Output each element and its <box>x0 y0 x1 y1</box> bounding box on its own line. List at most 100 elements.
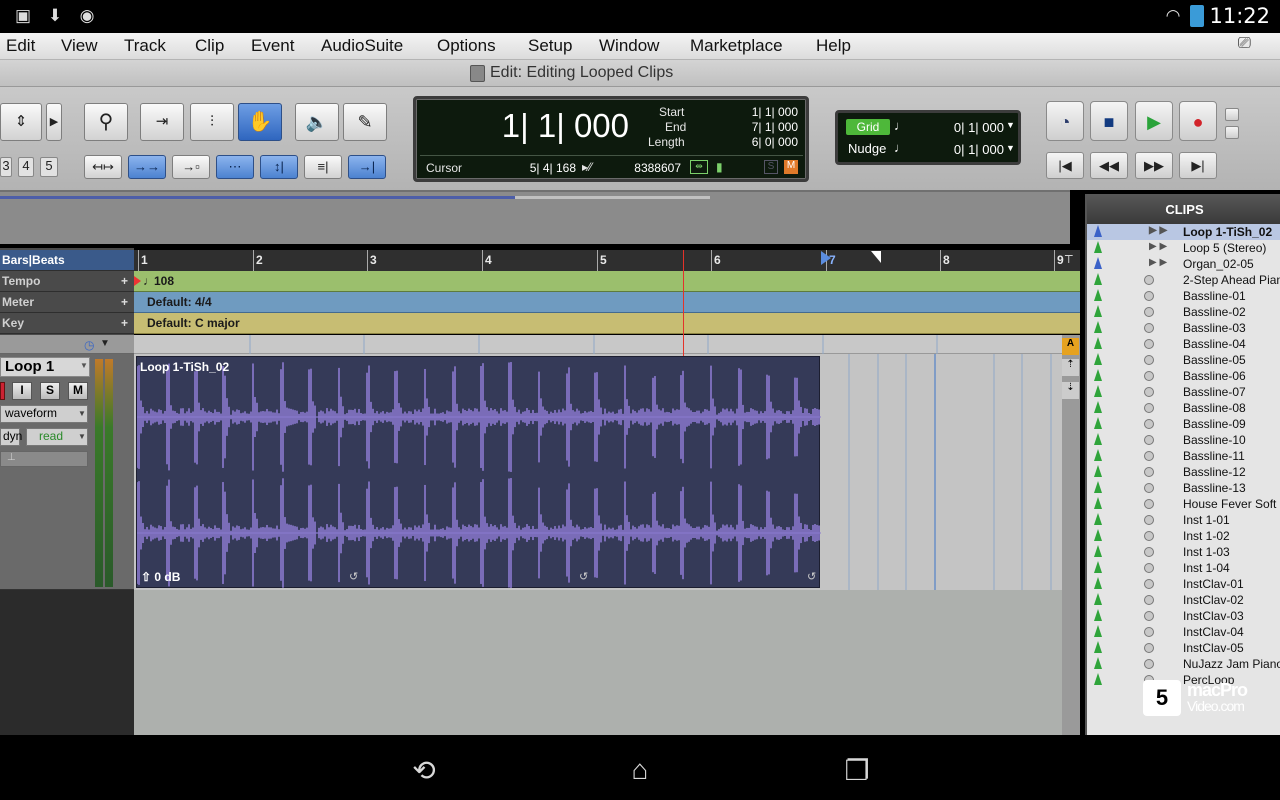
zoom-preset-4[interactable]: 4 <box>18 157 34 177</box>
track-name[interactable]: Loop 1 <box>0 357 90 377</box>
zoom-toggle-icon[interactable]: ⇕ <box>0 103 42 141</box>
clip-list-item[interactable]: House Fever Soft <box>1087 496 1280 512</box>
clip-list-item[interactable]: ▶ ▶ Loop 5 (Stereo) <box>1087 240 1280 256</box>
fast-forward-icon[interactable]: ▶▶ <box>1135 152 1173 179</box>
counter-m-button[interactable]: M <box>784 160 798 174</box>
main-counter-value[interactable]: 1| 1| 000 <box>494 107 629 145</box>
spot-mode-icon[interactable]: →▫ <box>172 155 210 179</box>
add-key-icon[interactable]: + <box>121 313 128 334</box>
key-label[interactable]: Key + <box>0 313 134 334</box>
meter-label[interactable]: Meter + <box>0 292 134 313</box>
clip-list-item[interactable]: Bassline-03 <box>1087 320 1280 336</box>
clip-list-item[interactable]: Bassline-06 <box>1087 368 1280 384</box>
menu-help[interactable]: Help <box>816 36 851 56</box>
timebase-selector[interactable]: dyn <box>0 428 22 446</box>
menu-audiosuite[interactable]: AudioSuite <box>321 36 403 56</box>
playhead-line[interactable] <box>683 250 684 356</box>
go-to-end-icon[interactable]: ▶| <box>1179 152 1217 179</box>
tempo-marker-icon[interactable] <box>134 276 141 286</box>
clip-list-item[interactable]: Bassline-07 <box>1087 384 1280 400</box>
clip-list-item[interactable]: Inst 1-03 <box>1087 544 1280 560</box>
vertical-scroll-region[interactable]: A ⇡ ⇣ <box>1062 335 1080 735</box>
record-enable-button[interactable] <box>0 382 5 400</box>
input-monitor-button[interactable]: I <box>12 382 32 400</box>
clip-list-item[interactable]: Inst 1-01 <box>1087 512 1280 528</box>
expand-arrow-icon[interactable]: ▶ <box>46 103 62 141</box>
transport-option-2[interactable] <box>1225 126 1239 139</box>
menu-window[interactable]: Window <box>599 36 659 56</box>
nudge-dropdown-icon[interactable]: ▼ <box>1006 143 1015 153</box>
return-to-zero-icon[interactable]: |◀ <box>1046 152 1084 179</box>
clip-list-item[interactable]: ▶ ▶ Loop 1-TiSh_02 <box>1087 224 1280 240</box>
audio-clip[interactable]: Loop 1-TiSh_02 ⇧ 0 dB ↺ ↺ ↺ <box>136 356 821 588</box>
scroll-down-icon[interactable]: ⇣ <box>1062 382 1079 399</box>
voice-selector[interactable]: ⊥ <box>0 451 88 467</box>
track-menu-arrow-icon[interactable]: ▼ <box>100 338 110 349</box>
online-clock-icon[interactable]: ◔ <box>1046 101 1084 141</box>
trim-tool-icon[interactable]: ⇥ <box>140 103 184 141</box>
mute-button[interactable]: M <box>68 382 88 400</box>
zoom-preset-3[interactable]: 3 <box>0 157 12 177</box>
clip-gain[interactable]: ⇧ 0 dB <box>141 570 180 584</box>
clip-list-item[interactable]: Inst 1-02 <box>1087 528 1280 544</box>
note-icon[interactable]: ▮ <box>716 160 723 174</box>
zoomer-tool-icon[interactable]: ⚲ <box>84 103 128 141</box>
grid-mode-icon[interactable]: ⋯ <box>216 155 254 179</box>
grid-value[interactable]: 0| 1| 000 <box>934 120 1004 135</box>
start-value[interactable]: 1| 1| 000 <box>716 105 798 119</box>
loop-iteration-icon[interactable]: ↺ <box>807 570 816 583</box>
clip-list-item[interactable]: Bassline-13 <box>1087 480 1280 496</box>
timebase-clock-icon[interactable]: ◷ <box>84 338 94 352</box>
clip-list-item[interactable]: InstClav-01 <box>1087 576 1280 592</box>
clip-list-item[interactable]: ▶ ▶ Organ_02-05 <box>1087 256 1280 272</box>
clip-list-item[interactable]: Bassline-11 <box>1087 448 1280 464</box>
grid-dropdown-icon[interactable]: ▼ <box>1006 120 1015 130</box>
pencil-tool-icon[interactable]: ✎ <box>343 103 387 141</box>
link-track-edit-icon[interactable]: ≡| <box>304 155 342 179</box>
meter-ruler[interactable]: Default: 4/4 <box>134 292 1080 313</box>
menu-clip[interactable]: Clip <box>195 36 224 56</box>
menu-view[interactable]: View <box>61 36 98 56</box>
loop-iteration-icon[interactable]: ↺ <box>579 570 588 583</box>
track-name-arrow-icon[interactable]: ▼ <box>80 361 88 370</box>
menu-edit[interactable]: Edit <box>6 36 35 56</box>
solo-button[interactable]: S <box>40 382 60 400</box>
menu-track[interactable]: Track <box>124 36 166 56</box>
clip-list-item[interactable]: Bassline-08 <box>1087 400 1280 416</box>
tab-to-transient-icon[interactable]: ↕| <box>260 155 298 179</box>
ruler-menu-icon[interactable]: ⊤ <box>1064 253 1074 266</box>
loop-end-marker-icon[interactable] <box>871 251 881 263</box>
clip-list-item[interactable]: Inst 1-04 <box>1087 560 1280 576</box>
clips-panel-title[interactable]: CLIPS <box>1087 194 1280 224</box>
az-sort-icon[interactable]: A <box>1062 338 1079 355</box>
scroll-up-icon[interactable]: ⇡ <box>1062 359 1079 376</box>
clip-list-item[interactable]: Bassline-05 <box>1087 352 1280 368</box>
back-icon[interactable]: ⟲ <box>394 754 454 787</box>
menu-event[interactable]: Event <box>251 36 294 56</box>
end-value[interactable]: 7| 1| 000 <box>716 120 798 134</box>
length-value[interactable]: 6| 0| 000 <box>716 135 798 149</box>
zoom-preset-5[interactable]: 5 <box>40 157 58 177</box>
clip-list-item[interactable]: InstClav-04 <box>1087 624 1280 640</box>
tempo-label[interactable]: Tempo + <box>0 271 134 292</box>
add-meter-icon[interactable]: + <box>121 292 128 313</box>
add-tempo-icon[interactable]: + <box>121 271 128 292</box>
expand-clip-icon[interactable]: ▶ ▶ <box>1149 225 1167 236</box>
home-icon[interactable]: ⌂ <box>610 754 670 786</box>
scrubber-speaker-tool-icon[interactable]: 🔈 <box>295 103 339 141</box>
clip-list-item[interactable]: Bassline-10 <box>1087 432 1280 448</box>
bars-beats-label[interactable]: Bars|Beats <box>0 250 134 271</box>
clip-list-item[interactable]: InstClav-02 <box>1087 592 1280 608</box>
clip-list-item[interactable]: Bassline-04 <box>1087 336 1280 352</box>
grid-button[interactable]: Grid <box>846 119 890 135</box>
clip-list-item[interactable]: Bassline-02 <box>1087 304 1280 320</box>
screen-record-icon[interactable]: ⎚ <box>1238 35 1251 53</box>
expand-clip-icon[interactable]: ▶ ▶ <box>1149 257 1167 268</box>
rewind-icon[interactable]: ◀◀ <box>1090 152 1128 179</box>
grabber-hand-tool-icon[interactable]: ✋ <box>238 103 282 141</box>
counter-s-button[interactable]: S <box>764 160 778 174</box>
clip-list-item[interactable]: Bassline-01 <box>1087 288 1280 304</box>
transport-option-1[interactable] <box>1225 108 1239 121</box>
clip-list-item[interactable]: InstClav-03 <box>1087 608 1280 624</box>
clip-list-item[interactable]: 2-Step Ahead Piano <box>1087 272 1280 288</box>
